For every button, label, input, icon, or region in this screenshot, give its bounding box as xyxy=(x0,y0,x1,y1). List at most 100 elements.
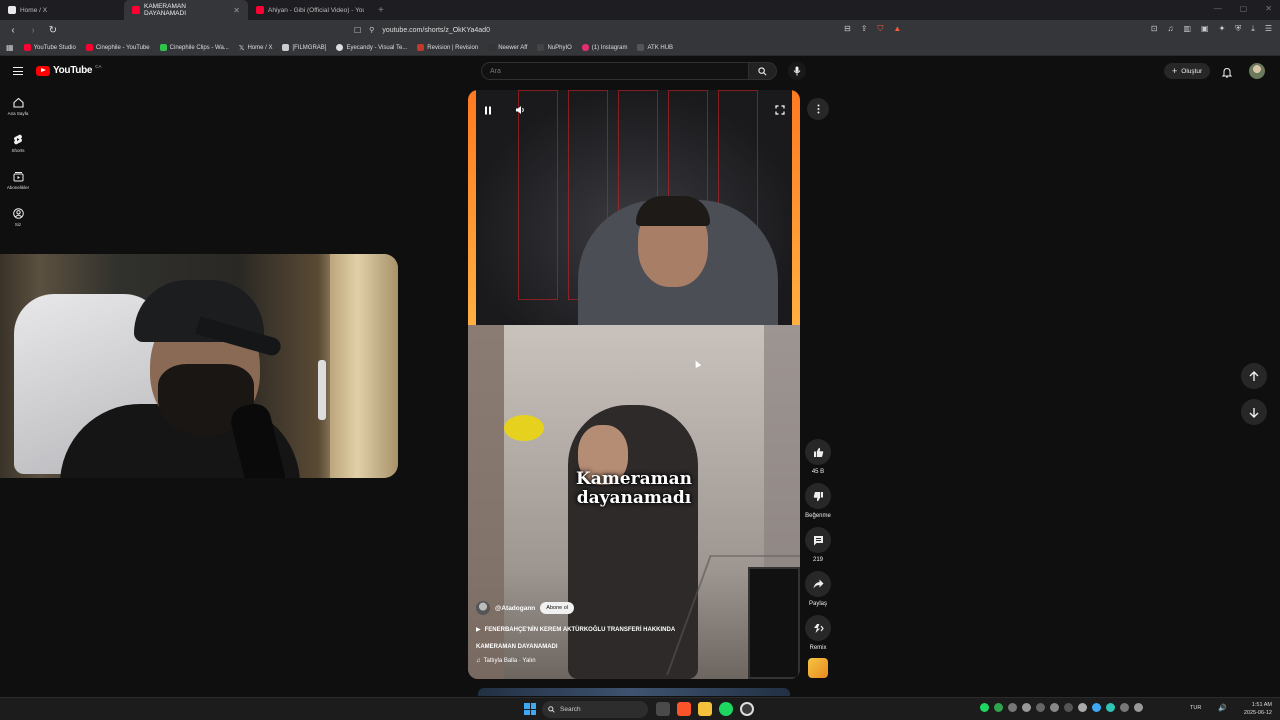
spotify-icon[interactable] xyxy=(719,702,733,716)
taskbar-search[interactable]: Search xyxy=(542,701,648,718)
tab-home-x[interactable]: Home / X xyxy=(0,0,124,20)
address-bar: ‹ › ↻ ☐ ⚲ youtube.com/shorts/z_OkKYa4ad0… xyxy=(0,20,1280,40)
bookmark-item[interactable]: Eyecandy - Visual Te... xyxy=(336,44,407,51)
shorts-player[interactable]: Kameraman dayanamadı @Atadogann Abone ol… xyxy=(468,90,800,679)
tray-app-icon[interactable] xyxy=(1120,703,1129,712)
mini-guide-sidebar: Ana Sayfa Shorts Abonelikler Siz xyxy=(0,88,36,236)
notifications-button[interactable] xyxy=(1221,65,1233,83)
tray-app-icon[interactable] xyxy=(1036,703,1045,712)
install-icon[interactable]: ⊟ xyxy=(844,24,851,34)
tray-app-icon[interactable] xyxy=(1078,703,1087,712)
vpn-icon[interactable]: ⛨ xyxy=(1235,24,1241,34)
input-language[interactable]: TUR xyxy=(1190,705,1201,711)
pause-button[interactable] xyxy=(480,102,496,118)
door-handle xyxy=(318,360,326,420)
browser-menu-icon[interactable]: ☰ xyxy=(1265,24,1272,34)
close-window-icon[interactable]: ✕ xyxy=(1265,4,1272,13)
more-options-button[interactable] xyxy=(807,98,829,120)
voice-search-button[interactable] xyxy=(788,62,806,80)
tab-label: Ahiyan - Gibi (Official Video) - YouTu xyxy=(268,6,364,14)
stream-scene xyxy=(468,90,800,325)
tray-app-icon[interactable] xyxy=(1064,703,1073,712)
dislike-button[interactable] xyxy=(805,483,831,509)
share-button[interactable] xyxy=(805,571,831,597)
apps-grid-icon[interactable]: ▦ xyxy=(6,43,14,52)
site-info-icon[interactable]: ⚲ xyxy=(369,26,374,34)
fullscreen-button[interactable] xyxy=(772,102,788,118)
hamburger-menu-icon[interactable] xyxy=(13,67,23,75)
tab-close-icon[interactable]: ✕ xyxy=(233,6,240,15)
channel-name[interactable]: @Atadogann xyxy=(495,605,535,612)
bookmark-item[interactable]: YouTube Studio xyxy=(23,44,76,51)
previous-short-button[interactable] xyxy=(1241,363,1267,389)
rewards-icon[interactable]: ▲ xyxy=(893,24,901,34)
sound-thumbnail[interactable] xyxy=(808,658,828,678)
comments-button[interactable] xyxy=(805,527,831,553)
volume-button[interactable] xyxy=(512,102,528,118)
search-input[interactable] xyxy=(481,62,749,80)
task-view-icon[interactable] xyxy=(656,702,670,716)
like-button[interactable] xyxy=(805,439,831,465)
next-short-button[interactable] xyxy=(1241,399,1267,425)
music-row[interactable]: ♫ Tatlıyla Balla · Yalın xyxy=(476,658,536,664)
taskbar-clock[interactable]: 1:51 AM 2025-06-12 xyxy=(1238,701,1272,717)
reload-icon[interactable]: ↻ xyxy=(48,25,58,36)
new-tab-icon[interactable]: + xyxy=(372,5,390,16)
remix-button[interactable] xyxy=(805,615,831,641)
tray-app-icon[interactable] xyxy=(1106,703,1115,712)
youtube-logo[interactable]: YouTube CA xyxy=(36,64,101,76)
volume-tray-icon[interactable]: 🔊 xyxy=(1218,704,1227,712)
tray-app-icon[interactable] xyxy=(994,703,1003,712)
revision-icon xyxy=(417,44,425,51)
tab-kameraman[interactable]: KAMERAMAN DAYANAMADI ✕ xyxy=(124,0,248,20)
bookmark-item[interactable]: Revision | Revision xyxy=(417,44,478,51)
tab-ahiyan[interactable]: Ahiyan - Gibi (Official Video) - YouTu xyxy=(248,0,372,20)
file-explorer-icon[interactable] xyxy=(698,702,712,716)
forward-icon[interactable]: › xyxy=(28,25,38,36)
extensions-icon[interactable]: ✦ xyxy=(1219,24,1226,34)
sidebar-item-you[interactable]: Siz xyxy=(0,199,36,236)
video-title[interactable]: KAMERAMAN DAYANAMADI xyxy=(476,644,558,650)
sidebar-item-home[interactable]: Ana Sayfa xyxy=(0,88,36,125)
bookmark-item[interactable]: 𝕏 Home / X xyxy=(239,44,273,52)
tray-app-icon[interactable] xyxy=(1050,703,1059,712)
spotify-tray-icon[interactable] xyxy=(980,703,989,712)
obs-icon[interactable] xyxy=(740,702,754,716)
tray-app-icon[interactable] xyxy=(1092,703,1101,712)
brave-shield-icon[interactable]: ⛉ xyxy=(877,24,883,34)
bookmark-item[interactable]: (1) Instagram xyxy=(581,44,627,51)
sidebar-item-shorts[interactable]: Shorts xyxy=(0,125,36,162)
channel-avatar[interactable] xyxy=(476,601,490,615)
url-field[interactable]: ☐ ⚲ youtube.com/shorts/z_OkKYa4ad0 xyxy=(348,22,916,38)
account-avatar[interactable] xyxy=(1249,63,1265,79)
downloads-icon[interactable]: ⤓ xyxy=(1251,24,1255,34)
maximize-icon[interactable]: ▢ xyxy=(1240,4,1248,13)
bookmark-item[interactable]: Neewer Aff xyxy=(488,44,527,51)
share-icon[interactable]: ⇪ xyxy=(861,24,868,34)
search-button[interactable] xyxy=(749,62,777,80)
subscribe-button[interactable]: Abone ol xyxy=(540,602,574,614)
tray-app-icon[interactable] xyxy=(1008,703,1017,712)
music-icon[interactable]: ♫ xyxy=(1167,24,1173,34)
reader-icon[interactable]: ⊡ xyxy=(1151,24,1158,34)
tray-app-icon[interactable] xyxy=(1022,703,1031,712)
brave-browser-icon[interactable] xyxy=(677,702,691,716)
youtube-favicon-icon xyxy=(132,6,140,14)
bookmark-item[interactable]: ATK HUB xyxy=(637,44,673,51)
bookmark-item[interactable]: NuPhyIO xyxy=(537,44,572,51)
wallet-icon[interactable]: ▣ xyxy=(1201,24,1209,34)
tray-app-icon[interactable] xyxy=(1134,703,1143,712)
back-icon[interactable]: ‹ xyxy=(8,25,18,36)
bookmark-item[interactable]: [FILMGRAB] xyxy=(282,44,326,51)
sidebar-icon[interactable]: ▥ xyxy=(1183,24,1191,34)
bookmark-icon[interactable]: ☐ xyxy=(354,26,361,35)
bookmark-item[interactable]: Cinephile Clips - Wa... xyxy=(159,44,229,51)
create-button[interactable]: + Oluştur xyxy=(1164,63,1211,79)
windows-start-icon[interactable] xyxy=(524,703,536,715)
system-tray xyxy=(980,703,1143,712)
bookmark-item[interactable]: Cinephile - YouTube xyxy=(85,44,150,51)
description-row[interactable]: ▶ FENERBAHÇE'NİN KEREM AKTÜRKOĞLU TRANSF… xyxy=(476,626,675,634)
shorts-icon xyxy=(14,134,22,145)
minimize-icon[interactable]: — xyxy=(1214,4,1222,13)
sidebar-item-subscriptions[interactable]: Abonelikler xyxy=(0,162,36,199)
